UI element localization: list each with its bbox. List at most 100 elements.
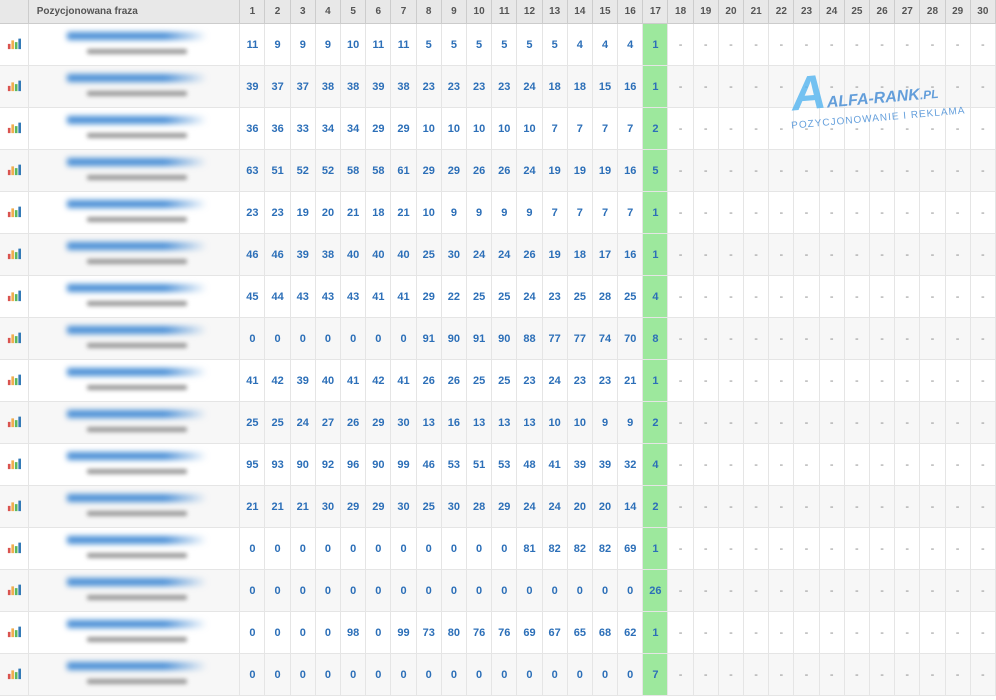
rank-cell: - [819, 318, 844, 360]
rank-cell: 45 [240, 276, 265, 318]
rank-cell: - [718, 402, 743, 444]
phrase-cell[interactable] [28, 234, 240, 276]
phrase-cell[interactable] [28, 444, 240, 486]
row-chart-button[interactable] [0, 360, 28, 402]
table-row: 000000000000000026------------- [0, 570, 996, 612]
rank-cell: 7 [592, 192, 617, 234]
header-day-30[interactable]: 30 [970, 0, 995, 24]
row-chart-button[interactable] [0, 528, 28, 570]
rank-cell: 80 [441, 612, 466, 654]
row-chart-button[interactable] [0, 24, 28, 66]
header-day-8[interactable]: 8 [416, 0, 441, 24]
chart-icon [7, 456, 21, 470]
phrase-cell[interactable] [28, 570, 240, 612]
header-day-3[interactable]: 3 [290, 0, 315, 24]
phrase-cell[interactable] [28, 360, 240, 402]
rank-cell: 23 [240, 192, 265, 234]
header-day-13[interactable]: 13 [542, 0, 567, 24]
phrase-cell[interactable] [28, 24, 240, 66]
phrase-cell[interactable] [28, 150, 240, 192]
rank-cell: - [668, 570, 693, 612]
rank-cell: - [945, 570, 970, 612]
header-day-17[interactable]: 17 [643, 0, 668, 24]
row-chart-button[interactable] [0, 276, 28, 318]
rank-cell: 9 [492, 192, 517, 234]
header-day-14[interactable]: 14 [567, 0, 592, 24]
rank-cell: 81 [517, 528, 542, 570]
row-chart-button[interactable] [0, 444, 28, 486]
phrase-cell[interactable] [28, 66, 240, 108]
phrase-cell[interactable] [28, 402, 240, 444]
row-chart-button[interactable] [0, 150, 28, 192]
rank-cell: 93 [265, 444, 290, 486]
header-day-29[interactable]: 29 [945, 0, 970, 24]
rank-cell: - [744, 486, 769, 528]
header-day-27[interactable]: 27 [895, 0, 920, 24]
table-row: 00000000000000007------------- [0, 654, 996, 696]
rank-cell: 26 [341, 402, 366, 444]
phrase-cell[interactable] [28, 528, 240, 570]
row-chart-button[interactable] [0, 234, 28, 276]
header-day-16[interactable]: 16 [618, 0, 643, 24]
header-day-4[interactable]: 4 [315, 0, 340, 24]
header-day-11[interactable]: 11 [492, 0, 517, 24]
rank-cell: - [869, 486, 894, 528]
header-day-9[interactable]: 9 [441, 0, 466, 24]
header-day-25[interactable]: 25 [844, 0, 869, 24]
row-chart-button[interactable] [0, 108, 28, 150]
rank-cell: 44 [265, 276, 290, 318]
rank-cell: - [970, 444, 995, 486]
rank-cell: - [819, 654, 844, 696]
rank-cell: - [668, 654, 693, 696]
header-day-5[interactable]: 5 [341, 0, 366, 24]
rank-cell: 39 [592, 444, 617, 486]
rank-cell: 4 [643, 444, 668, 486]
rank-cell: 25 [265, 402, 290, 444]
rank-cell: 18 [542, 66, 567, 108]
phrase-cell[interactable] [28, 192, 240, 234]
rank-cell: - [744, 108, 769, 150]
header-phrase[interactable]: Pozycjonowana fraza [28, 0, 240, 24]
header-day-18[interactable]: 18 [668, 0, 693, 24]
row-chart-button[interactable] [0, 570, 28, 612]
header-day-12[interactable]: 12 [517, 0, 542, 24]
row-chart-button[interactable] [0, 612, 28, 654]
header-day-26[interactable]: 26 [869, 0, 894, 24]
rank-cell: - [970, 24, 995, 66]
rank-cell: 21 [290, 486, 315, 528]
rank-cell: - [718, 360, 743, 402]
rank-cell: - [668, 360, 693, 402]
phrase-cell[interactable] [28, 108, 240, 150]
phrase-cell[interactable] [28, 486, 240, 528]
row-chart-button[interactable] [0, 192, 28, 234]
header-day-19[interactable]: 19 [693, 0, 718, 24]
header-day-7[interactable]: 7 [391, 0, 416, 24]
header-day-6[interactable]: 6 [366, 0, 391, 24]
row-chart-button[interactable] [0, 66, 28, 108]
rank-cell: - [945, 402, 970, 444]
header-day-10[interactable]: 10 [466, 0, 491, 24]
rank-cell: 16 [618, 66, 643, 108]
rank-cell: - [819, 192, 844, 234]
header-day-28[interactable]: 28 [920, 0, 945, 24]
rank-cell: 20 [567, 486, 592, 528]
header-day-24[interactable]: 24 [819, 0, 844, 24]
header-day-20[interactable]: 20 [718, 0, 743, 24]
header-day-1[interactable]: 1 [240, 0, 265, 24]
row-chart-button[interactable] [0, 654, 28, 696]
rank-cell: 46 [416, 444, 441, 486]
phrase-cell[interactable] [28, 276, 240, 318]
header-day-15[interactable]: 15 [592, 0, 617, 24]
row-chart-button[interactable] [0, 318, 28, 360]
header-day-22[interactable]: 22 [769, 0, 794, 24]
phrase-cell[interactable] [28, 612, 240, 654]
rank-cell: - [668, 444, 693, 486]
phrase-cell[interactable] [28, 654, 240, 696]
header-day-23[interactable]: 23 [794, 0, 819, 24]
row-chart-button[interactable] [0, 402, 28, 444]
phrase-cell[interactable] [28, 318, 240, 360]
header-day-2[interactable]: 2 [265, 0, 290, 24]
rank-cell: 76 [466, 612, 491, 654]
row-chart-button[interactable] [0, 486, 28, 528]
header-day-21[interactable]: 21 [744, 0, 769, 24]
